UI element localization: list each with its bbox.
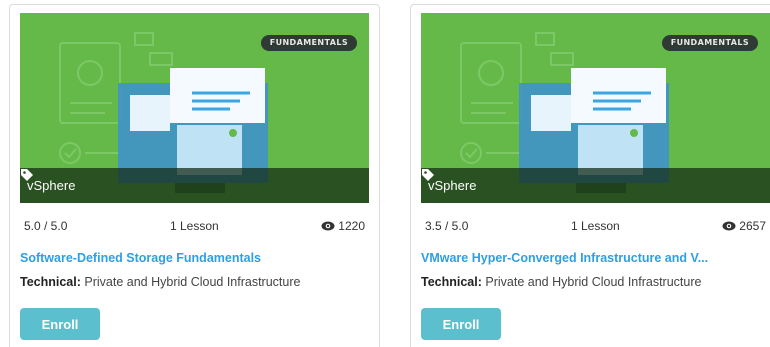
fundamentals-badge: FUNDAMENTALS [661,35,758,51]
course-tag-bar: vSphere [20,168,369,203]
tag-icon [21,169,33,181]
course-tag-label: vSphere [27,178,76,193]
course-thumbnail[interactable]: FUNDAMENTALS vSphere [421,13,770,203]
course-title-link[interactable]: VMware Hyper-Converged Infrastructure an… [421,251,770,265]
course-lessons: 1 Lesson [169,219,219,233]
course-card[interactable]: FUNDAMENTALS vSphere 3.5 / 5.0 1 Lesson … [410,4,770,347]
eye-icon [321,221,335,231]
eye-icon [722,221,736,231]
course-category: Technical: Private and Hybrid Cloud Infr… [20,275,375,289]
course-tag-label: vSphere [428,178,477,193]
course-views-count: 1220 [338,219,365,233]
course-title-link[interactable]: Software-Defined Storage Fundamentals [20,251,371,265]
course-thumbnail[interactable]: FUNDAMENTALS vSphere [20,13,369,203]
course-category-label: Technical: [421,275,482,289]
course-meta: 3.5 / 5.0 1 Lesson 2657 [425,218,766,234]
course-category: Technical: Private and Hybrid Cloud Infr… [421,275,770,289]
course-views-count: 2657 [739,219,766,233]
enroll-button[interactable]: Enroll [421,308,501,340]
course-rating: 5.0 / 5.0 [24,219,68,233]
course-tag-bar: vSphere [421,168,770,203]
course-category-label: Technical: [20,275,81,289]
enroll-button[interactable]: Enroll [20,308,100,340]
tag-icon [422,169,434,181]
course-category-value: Private and Hybrid Cloud Infrastructure [485,275,702,289]
course-meta: 5.0 / 5.0 1 Lesson 1220 [24,218,365,234]
course-views: 2657 [722,219,766,233]
course-category-value: Private and Hybrid Cloud Infrastructure [84,275,301,289]
course-card[interactable]: FUNDAMENTALS vSphere 5.0 / 5.0 1 Lesson … [9,4,380,347]
course-views: 1220 [321,219,365,233]
fundamentals-badge: FUNDAMENTALS [260,35,357,51]
course-lessons: 1 Lesson [570,219,620,233]
course-rating: 3.5 / 5.0 [425,219,469,233]
